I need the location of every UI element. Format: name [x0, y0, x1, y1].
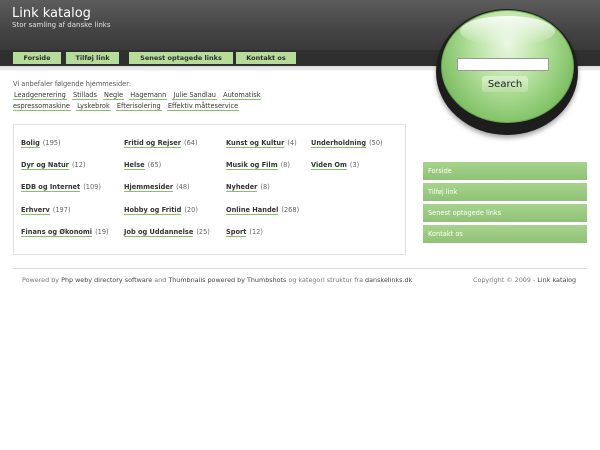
categories-box: Bolig (195) Fritid og Rejser (64) Kunst og… [13, 124, 406, 255]
category-item: Dyr og Natur (12) [21, 161, 86, 170]
nav-forside[interactable]: Forside [13, 52, 61, 64]
category-count: (195) [42, 139, 61, 147]
category-link[interactable]: Fritid og Rejser [124, 139, 182, 148]
category-count: (19) [95, 228, 109, 236]
category-count: (197) [52, 206, 71, 214]
footer-powered-prefix: Powered by [22, 276, 60, 284]
category-count: (12) [71, 161, 86, 169]
site-subtitle: Stor samling af danske links [12, 21, 111, 29]
category-item: Helse (65) [124, 161, 162, 170]
sidebar-item-tilfoej-link[interactable]: Tilføj link [423, 183, 587, 202]
site-title[interactable]: Link katalog [12, 6, 91, 21]
category-item: Sport (12) [226, 228, 263, 237]
category-count: (64) [184, 139, 198, 147]
footer-copyright: Copyright © 2009 - Link katalog [473, 276, 576, 284]
footer-copyright-text: Copyright © 2009 - [473, 276, 536, 284]
category-link[interactable]: Bolig [21, 139, 40, 148]
search-button[interactable]: Search [482, 76, 528, 92]
sidebar-item-kontakt-os[interactable]: Kontakt os [423, 225, 587, 244]
recommended-links: Leadgenerering Stillads Negle Hagemann J… [13, 90, 275, 112]
category-count: (8) [260, 183, 270, 191]
category-count: (3) [349, 161, 360, 169]
category-item: Kunst og Kultur (4) [226, 139, 297, 148]
search-orb-gloss [460, 16, 555, 46]
category-link[interactable]: Erhverv [21, 206, 50, 215]
category-link[interactable]: Job og Uddannelse [124, 228, 194, 237]
category-count: (109) [83, 183, 101, 191]
footer-thumbnails-link[interactable]: Thumbnails powered by Thumbshots [168, 276, 286, 284]
category-item: Hobby og Fritid (20) [124, 206, 198, 215]
category-count: (25) [196, 228, 210, 236]
category-item: Online Handel (268) [226, 206, 300, 215]
category-link[interactable]: Online Handel [226, 206, 279, 215]
category-link[interactable]: Viden Om [311, 161, 347, 170]
category-item: Nyheder (8) [226, 183, 270, 192]
category-count: (48) [176, 183, 190, 191]
footer-and-text: and [154, 276, 167, 284]
footer-credits: Powered by Php weby directory software a… [22, 276, 412, 284]
category-link[interactable]: Dyr og Natur [21, 161, 69, 170]
nav-tilfoej-link[interactable]: Tilføj link [66, 52, 119, 64]
category-item: Underholdning (50) [311, 139, 383, 148]
category-link[interactable]: Hobby og Fritid [124, 206, 182, 215]
category-count: (268) [281, 206, 300, 214]
category-link[interactable]: Sport [226, 228, 247, 237]
category-link[interactable]: Hjemmesider [124, 183, 174, 192]
category-link[interactable]: Nyheder [226, 183, 258, 192]
rec-link-leadgenerering[interactable]: Leadgenerering [13, 91, 67, 100]
category-item: Hjemmesider (48) [124, 183, 190, 192]
category-item: Fritid og Rejser (64) [124, 139, 198, 148]
search-input[interactable] [457, 58, 549, 71]
rec-link-efterisolering[interactable]: Efterisolering [115, 102, 162, 111]
nav-senest-optagede-links[interactable]: Senest optagede links [129, 52, 233, 64]
sidebar-item-forside[interactable]: Forside [423, 162, 587, 181]
footer-danskelinks-link[interactable]: danskelinks.dk [365, 276, 412, 284]
rec-link-julie-sandlau[interactable]: Julie Sandlau [172, 91, 217, 100]
footer-divider [13, 268, 587, 269]
rec-link-negle[interactable]: Negle [103, 91, 125, 100]
footer-copyright-link[interactable]: Link katalog [537, 276, 576, 284]
category-item: EDB og Internet (109) [21, 183, 101, 192]
footer-category-text: og kategori struktur fra [288, 276, 363, 284]
category-item: Musik og Film (8) [226, 161, 290, 170]
category-link[interactable]: Finans og Økonomi [21, 228, 93, 237]
rec-link-stillads[interactable]: Stillads [71, 91, 98, 100]
rec-link-effektiv-maatteservice[interactable]: Effektiv måtteservice [166, 102, 240, 111]
category-count: (20) [184, 206, 198, 214]
category-item: Finans og Økonomi (19) [21, 228, 109, 237]
category-link[interactable]: Musik og Film [226, 161, 278, 170]
category-item: Viden Om (3) [311, 161, 360, 170]
category-count: (8) [280, 161, 290, 169]
category-link[interactable]: Helse [124, 161, 145, 170]
category-count: (12) [249, 228, 263, 236]
footer-software-link[interactable]: Php weby directory software [61, 276, 152, 284]
category-item: Bolig (195) [21, 139, 61, 148]
sidebar-item-senest-optagede-links[interactable]: Senest optagede links [423, 204, 587, 223]
recommended-title: Vi anbefaler følgende hjemmesider: [13, 80, 132, 88]
category-link[interactable]: Kunst og Kultur [226, 139, 285, 148]
category-link[interactable]: EDB og Internet [21, 183, 81, 192]
category-count: (4) [287, 139, 297, 147]
category-item: Job og Uddannelse (25) [124, 228, 210, 237]
category-count: (65) [147, 161, 162, 169]
category-link[interactable]: Underholdning [311, 139, 367, 148]
nav-kontakt-os[interactable]: Kontakt os [236, 52, 296, 64]
category-count: (50) [369, 139, 383, 147]
rec-link-hagemann[interactable]: Hagemann [129, 91, 168, 100]
category-item: Erhverv (197) [21, 206, 71, 215]
rec-link-lyskebrok[interactable]: Lyskebrok [76, 102, 111, 111]
